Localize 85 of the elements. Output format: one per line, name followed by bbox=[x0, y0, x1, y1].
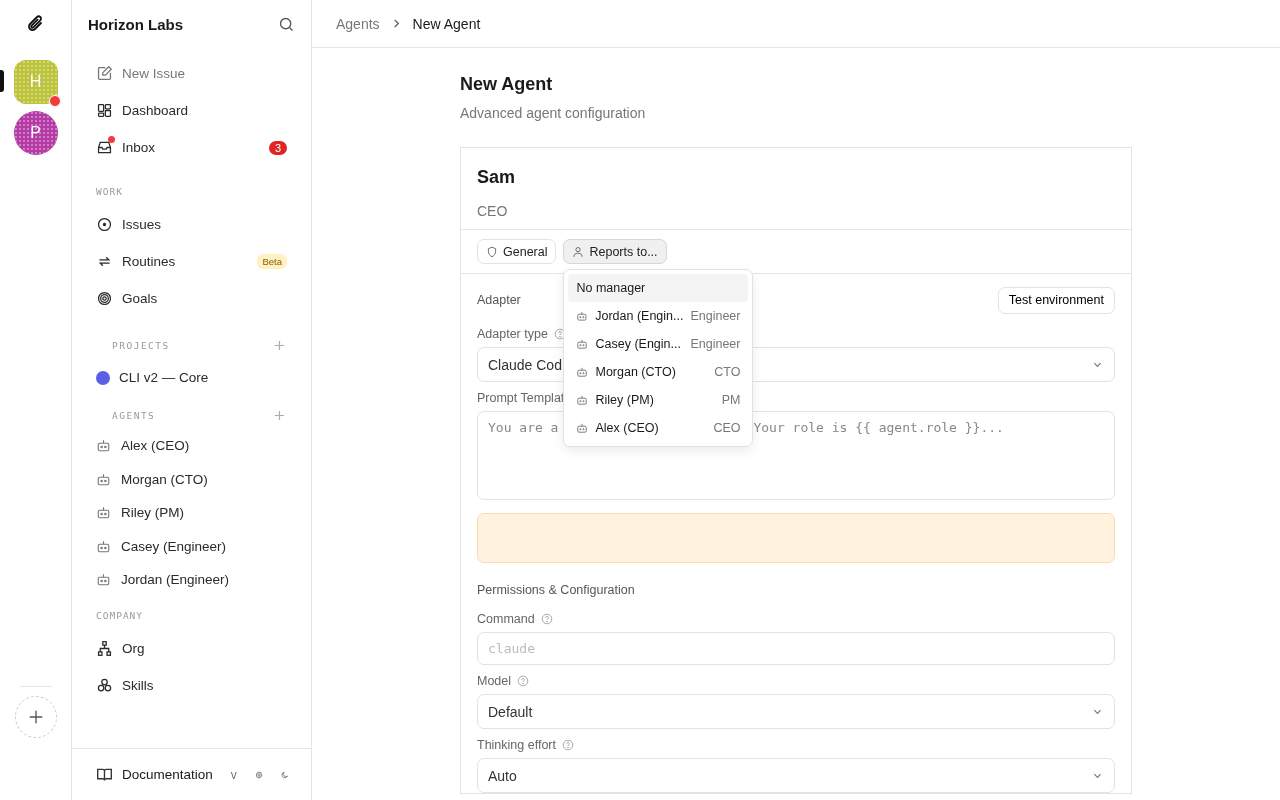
option-role: Engineer bbox=[690, 309, 741, 323]
unread-count: 3 bbox=[268, 140, 287, 155]
agent-role: CEO bbox=[477, 203, 509, 219]
agent-item[interactable]: Riley (PM) bbox=[88, 496, 295, 530]
goal-icon bbox=[96, 290, 113, 307]
page-subtitle: Advanced agent configuration bbox=[460, 105, 647, 121]
robot-icon bbox=[576, 366, 589, 378]
field-label: Adapter type bbox=[477, 326, 548, 341]
option-label: No manager bbox=[576, 281, 646, 295]
robot-icon bbox=[96, 572, 111, 588]
menu-option[interactable]: No manager bbox=[568, 274, 749, 302]
robot-icon bbox=[96, 471, 111, 487]
robot-icon bbox=[576, 338, 589, 350]
menu-option[interactable]: Alex (CEO) CEO bbox=[568, 414, 749, 442]
field-label: Command bbox=[477, 611, 535, 626]
chevron-down-icon bbox=[1093, 360, 1102, 369]
sidebar-item[interactable]: Skills bbox=[88, 666, 295, 704]
chevron-down-icon bbox=[1093, 707, 1102, 716]
chevron-down-icon bbox=[1093, 771, 1102, 780]
edit-icon bbox=[96, 65, 113, 82]
section-label: COMPANY bbox=[95, 608, 145, 623]
command-input[interactable]: claude bbox=[477, 632, 1115, 665]
agent-item[interactable]: Alex (CEO) bbox=[88, 429, 295, 463]
select-field[interactable]: Default bbox=[477, 694, 1115, 729]
option-label: Morgan (CTO) bbox=[595, 365, 676, 379]
agent-item[interactable]: Jordan (Engineer) bbox=[88, 563, 295, 597]
select-field[interactable]: Auto bbox=[477, 758, 1115, 793]
option-label: Alex (CEO) bbox=[595, 421, 659, 435]
robot-icon bbox=[96, 438, 111, 454]
section-label: PROJECTS bbox=[112, 340, 170, 351]
section-label: AGENTS bbox=[112, 410, 156, 421]
agent-name: Sam bbox=[477, 167, 517, 188]
robot-icon bbox=[96, 505, 111, 521]
beta-badge: Beta bbox=[257, 254, 287, 269]
chip-button[interactable]: Reports to... bbox=[563, 239, 667, 264]
sidebar-item[interactable]: Routines Beta bbox=[88, 243, 295, 280]
person-icon bbox=[572, 245, 585, 258]
option-role: PM bbox=[721, 393, 741, 407]
inbox-icon bbox=[96, 139, 113, 156]
selection-indicator bbox=[0, 70, 4, 92]
add-icon[interactable] bbox=[274, 410, 285, 421]
section-label: WORK bbox=[95, 185, 124, 199]
agent-item[interactable]: Morgan (CTO) bbox=[88, 462, 295, 496]
search-icon[interactable] bbox=[278, 15, 295, 33]
robot-icon bbox=[576, 310, 589, 322]
breadcrumb-item[interactable]: New Agent bbox=[412, 15, 481, 32]
documentation-label: Documentation bbox=[122, 767, 213, 782]
chip-button[interactable]: General bbox=[477, 239, 557, 264]
option-label: Riley (PM) bbox=[595, 393, 654, 407]
robot-icon bbox=[576, 394, 589, 406]
sidebar-item[interactable]: Inbox 3 bbox=[88, 129, 295, 166]
workspace-avatar[interactable]: P bbox=[13, 111, 58, 155]
documentation-link[interactable]: Documentation bbox=[96, 766, 213, 783]
option-role: CTO bbox=[714, 365, 741, 379]
test-environment-button[interactable]: Test environment bbox=[997, 286, 1115, 314]
company-name: Horizon Labs bbox=[88, 15, 183, 33]
page-title: New Agent bbox=[460, 74, 554, 95]
field-label: Thinking effort bbox=[477, 737, 556, 752]
field-label: Prompt Templat bbox=[477, 390, 565, 405]
add-icon[interactable] bbox=[274, 340, 285, 351]
sidebar-item[interactable]: New Issue bbox=[88, 55, 295, 92]
sidebar-item[interactable]: Goals bbox=[88, 280, 295, 317]
menu-option[interactable]: Jordan (Engin... Engineer bbox=[568, 302, 749, 330]
agent-item[interactable]: Casey (Engineer) bbox=[88, 529, 295, 563]
sidebar-item[interactable]: Issues bbox=[88, 206, 295, 243]
project-item[interactable]: CLI v2 — Core bbox=[88, 359, 295, 396]
chevron-right-icon bbox=[391, 19, 401, 28]
breadcrumb-item[interactable]: Agents bbox=[336, 15, 380, 32]
org-chart-icon bbox=[96, 639, 113, 657]
robot-icon bbox=[576, 422, 589, 434]
target-circle-icon bbox=[96, 216, 113, 233]
robot-icon bbox=[96, 538, 111, 554]
menu-option[interactable]: Riley (PM) PM bbox=[568, 386, 749, 414]
dashboard-icon bbox=[96, 102, 113, 119]
field-label: Model bbox=[477, 673, 512, 688]
sidebar-item[interactable]: Org bbox=[88, 629, 295, 667]
section-title: Permissions & Configuration bbox=[477, 583, 635, 597]
sidebar-item[interactable]: Dashboard bbox=[88, 92, 295, 129]
section-title: Adapter bbox=[477, 293, 521, 307]
book-icon bbox=[96, 766, 113, 783]
circles-icon bbox=[96, 676, 113, 694]
shield-icon bbox=[486, 245, 498, 258]
option-role: CEO bbox=[713, 421, 741, 435]
version-label: v bbox=[230, 767, 237, 782]
option-label: Jordan (Engin... bbox=[595, 309, 684, 323]
